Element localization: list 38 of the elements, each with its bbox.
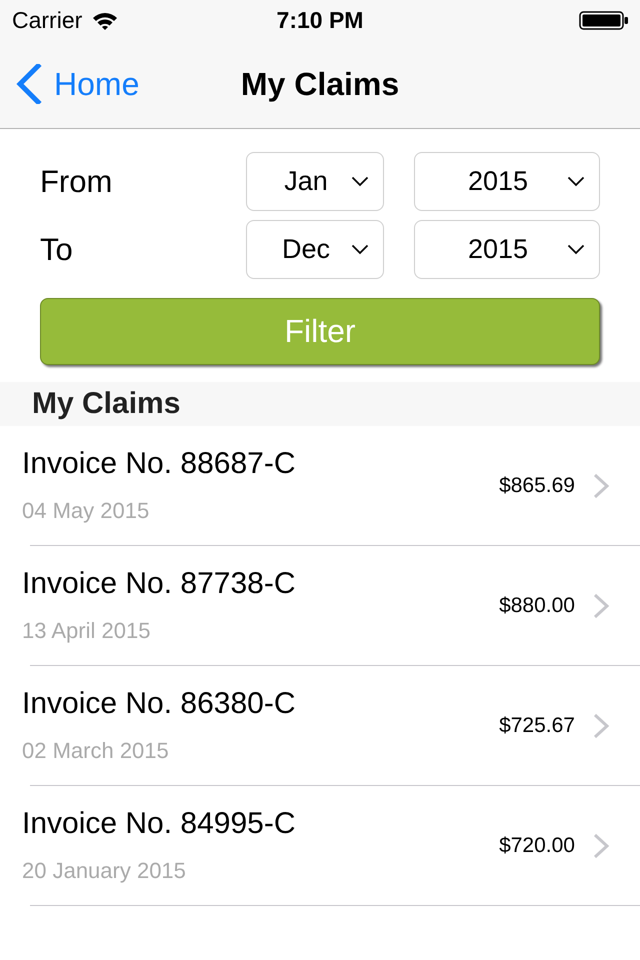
year-dropdown[interactable]: 2015	[414, 152, 600, 211]
chevron-right-icon	[593, 832, 610, 858]
invoice-title: Invoice No. 86380-C	[22, 686, 296, 722]
wifi-icon	[92, 10, 118, 30]
nav-title: My Claims	[240, 66, 400, 102]
claim-row[interactable]: Invoice No. 87738-C 13 April 2015 $880.00	[0, 546, 640, 665]
claim-row[interactable]: Invoice No. 84995-C 20 January 2015 $720.00	[0, 786, 640, 905]
filter-label: From	[40, 164, 114, 200]
section-header: My Claims	[0, 382, 640, 426]
invoice-title: Invoice No. 87738-C	[22, 566, 296, 602]
invoice-title: Invoice No. 84995-C	[22, 806, 296, 842]
claim-row[interactable]: Invoice No. 88687-C 04 May 2015 $865.69	[0, 426, 640, 545]
claim-row[interactable]: Invoice No. 86380-C 02 March 2015 $725.67	[0, 666, 640, 785]
chevron-right-icon	[593, 712, 610, 738]
carrier-name: Carrier	[12, 6, 82, 34]
chevron-right-icon	[593, 592, 610, 618]
invoice-amount: $865.69	[499, 474, 575, 498]
chevron-down-icon	[567, 244, 585, 255]
invoice-date: 04 May 2015	[22, 496, 150, 525]
invoice-date: 13 April 2015	[22, 616, 150, 645]
invoice-title: Invoice No. 88687-C	[22, 446, 296, 482]
status-time: 7:10 PM	[276, 6, 364, 34]
invoice-amount: $725.67	[499, 714, 575, 738]
chevron-down-icon	[351, 244, 369, 255]
battery-icon	[579, 10, 628, 30]
filter-label: To	[40, 232, 74, 268]
month-dropdown[interactable]: Dec	[246, 220, 384, 279]
chevron-down-icon	[567, 176, 585, 187]
year-dropdown[interactable]: 2015	[414, 220, 600, 279]
month-dropdown[interactable]: Jan	[246, 152, 384, 211]
invoice-date: 02 March 2015	[22, 736, 169, 764]
invoice-amount: $880.00	[499, 594, 575, 618]
invoice-date: 20 January 2015	[22, 856, 186, 885]
back-button[interactable]: Home	[16, 64, 140, 104]
invoice-amount: $720.00	[499, 834, 575, 858]
chevron-down-icon	[351, 176, 369, 187]
chevron-right-icon	[593, 472, 610, 498]
back-chevron-icon	[16, 64, 42, 104]
